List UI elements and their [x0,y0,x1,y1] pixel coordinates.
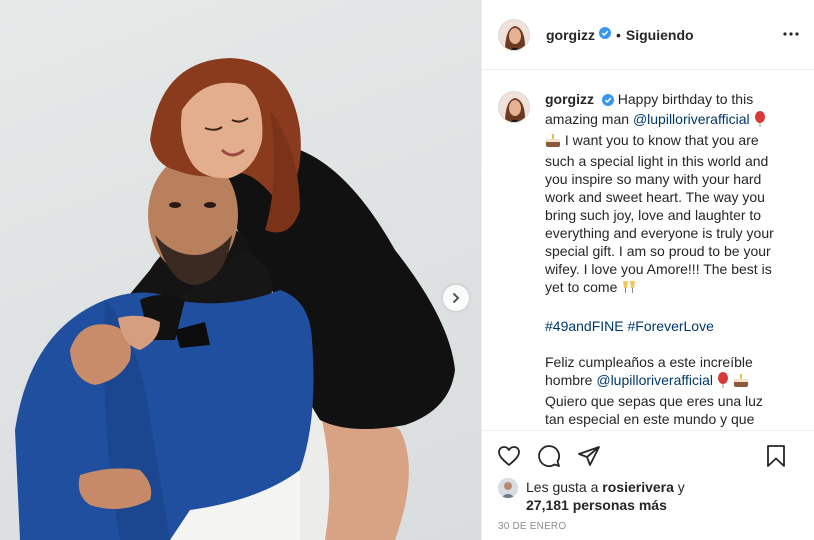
post-caption: gorgizz Happy birthday to this amazing m… [545,90,785,430]
paper-plane-icon[interactable] [576,443,602,469]
likes-text: Les gusta a rosierivera y 27,181 persona… [526,478,685,514]
likes-summary: Les gusta a rosierivera y 27,181 persona… [498,478,803,514]
liker-username[interactable]: rosierivera [602,479,674,495]
more-options-icon[interactable] [783,26,799,47]
author-avatar[interactable] [498,18,530,51]
clinking-glasses-emoji-icon [621,279,637,299]
liker-avatar[interactable] [498,478,518,498]
post-photo[interactable] [0,0,481,540]
likes-count[interactable]: 27,181 personas más [526,497,667,513]
couple-photo [15,58,455,540]
bookmark-icon[interactable] [763,443,789,469]
verified-badge-icon [601,92,614,110]
action-bar [482,430,814,480]
author-username[interactable]: gorgizz [546,27,595,43]
post-header: gorgizz • Siguiendo [482,0,814,70]
caption-text-es-2: Quiero que sepas que eres una luz tan es… [545,393,763,430]
heart-icon[interactable] [496,443,522,469]
following-button[interactable]: Siguiendo [626,27,694,43]
balloon-emoji-icon [754,111,766,131]
header-separator: • [616,26,621,43]
caption-avatar[interactable] [498,91,530,123]
caption-username[interactable]: gorgizz [545,91,594,107]
caption-text-2: I want you to know that you are such a s… [545,132,774,295]
comment-icon[interactable] [536,443,562,469]
post-date[interactable]: 30 de enero [498,521,566,532]
hashtag-link[interactable]: #ForeverLove [628,318,714,334]
likes-connector: y [677,479,685,495]
likes-prefix: Les gusta a [526,479,599,495]
hashtag-link[interactable]: #49andFINE [545,318,624,334]
next-photo-button[interactable] [443,285,469,311]
mention-link[interactable]: @lupilloriverafficial [633,111,750,127]
verified-badge-icon [599,26,611,44]
chevron-right-icon [453,293,460,303]
post-side-panel: gorgizz • Siguiendo gorgizz Happy birthd… [481,0,814,540]
balloon-emoji-icon [717,372,729,392]
cake-emoji-icon [545,132,561,152]
cake-emoji-icon [733,372,749,392]
mention-link[interactable]: @lupilloriverafficial [596,372,713,388]
post-dialog: gorgizz • Siguiendo gorgizz Happy birthd… [0,0,814,540]
comments-area: gorgizz Happy birthday to this amazing m… [482,71,814,430]
